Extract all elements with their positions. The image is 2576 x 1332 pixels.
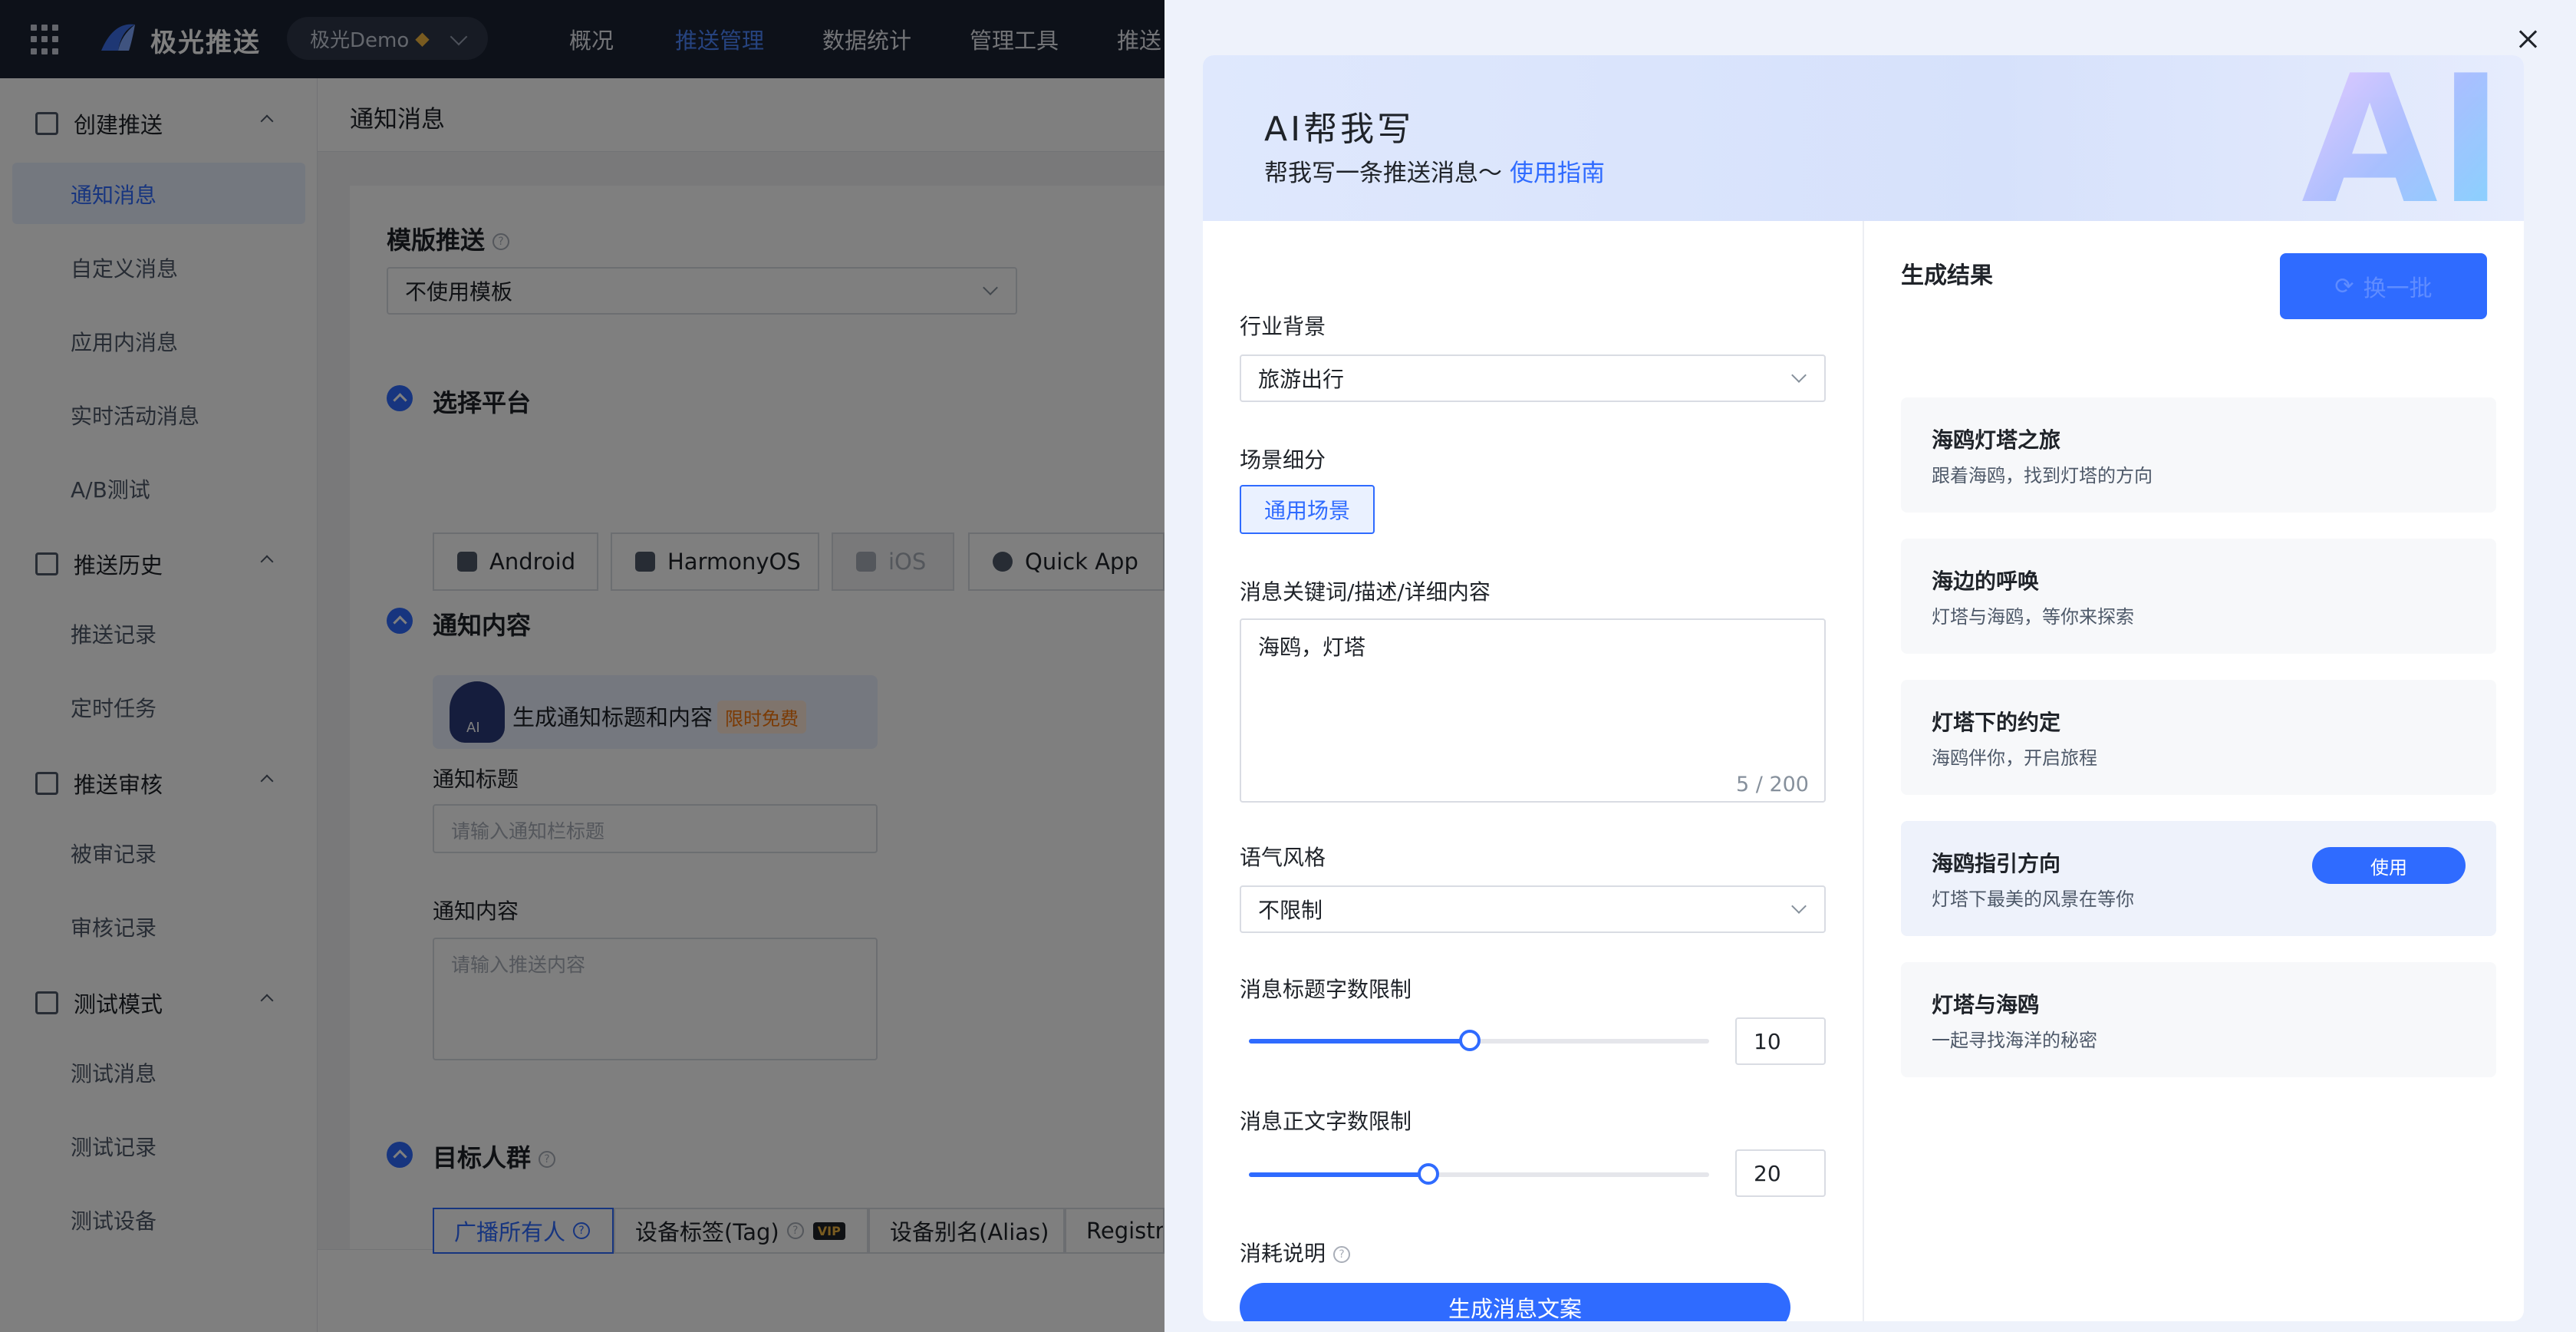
ai-results-panel: 生成结果 ⟳ 换一批 海鸥灯塔之旅 跟着海鸥，找到灯塔的方向 海边的呼唤 灯塔与海… [1864,221,2524,1321]
scene-option-general[interactable]: 通用场景 [1240,485,1375,534]
body-limit-slider[interactable] [1249,1163,1709,1185]
keywords-char-counter: 5 / 200 [1736,773,1809,796]
result-body: 灯塔下最美的风景在等你 [1932,889,2134,910]
chevron-down-icon [1791,898,1807,914]
tone-select[interactable]: 不限制 [1240,885,1826,933]
keywords-value: 海鸥，灯塔 [1258,635,1366,660]
ai-3d-logo-icon: AI [2301,55,2504,224]
result-title: 灯塔下的约定 [1932,710,2061,735]
scene-label: 场景细分 [1240,447,1326,473]
results-title: 生成结果 [1901,262,1993,289]
svg-text:AI: AI [2301,55,2504,224]
result-card[interactable]: 海边的呼唤 灯塔与海鸥，等你来探索 [1901,539,2496,654]
slider-thumb[interactable] [1418,1163,1439,1185]
ai-writer-subtitle: 帮我写一条推送消息～ 使用指南 [1264,160,1605,187]
result-body: 跟着海鸥，找到灯塔的方向 [1932,465,2153,486]
result-title: 海边的呼唤 [1932,569,2040,594]
refresh-icon: ⟳ [2334,272,2354,300]
result-card[interactable]: 灯塔下的约定 海鸥伴你，开启旅程 [1901,680,2496,795]
result-title: 灯塔与海鸥 [1932,992,2040,1017]
ai-writer-title: AI帮我写 [1264,110,1415,149]
body-limit-label: 消息正文字数限制 [1240,1109,1412,1134]
body-limit-input[interactable]: 20 [1735,1149,1826,1197]
cost-explanation-label: 消耗说明? [1240,1237,1351,1268]
result-body: 灯塔与海鸥，等你来探索 [1932,606,2134,628]
slider-thumb[interactable] [1459,1030,1481,1051]
use-result-button[interactable]: 使用 [2312,847,2466,884]
result-body: 海鸥伴你，开启旅程 [1932,747,2097,769]
industry-select[interactable]: 旅游出行 [1240,354,1826,402]
title-limit-label: 消息标题字数限制 [1240,977,1412,1002]
generate-message-button[interactable]: 生成消息文案 [1240,1283,1790,1321]
keywords-textarea[interactable]: 海鸥，灯塔 5 / 200 [1240,618,1826,803]
modal-overlay[interactable] [0,0,1164,1332]
title-limit-input[interactable]: 10 [1735,1017,1826,1065]
close-icon[interactable] [2516,28,2539,51]
tone-select-value: 不限制 [1258,898,1323,923]
result-card[interactable]: 灯塔与海鸥 一起寻找海洋的秘密 [1901,962,2496,1077]
refresh-batch-button[interactable]: ⟳ 换一批 [2280,253,2487,319]
keywords-label: 消息关键词/描述/详细内容 [1240,579,1491,605]
usage-guide-link[interactable]: 使用指南 [1510,160,1605,187]
ai-writer-header: AI帮我写 帮我写一条推送消息～ 使用指南 AI [1203,55,2524,224]
tone-label: 语气风格 [1240,845,1326,870]
industry-select-value: 旅游出行 [1258,367,1345,392]
slider-fill [1249,1172,1428,1177]
result-card-hovered[interactable]: 海鸥指引方向 灯塔下最美的风景在等你 使用 [1901,821,2496,936]
result-title: 海鸥灯塔之旅 [1932,427,2061,453]
industry-label: 行业背景 [1240,314,1326,339]
result-body: 一起寻找海洋的秘密 [1932,1030,2097,1051]
help-icon[interactable]: ? [1333,1246,1351,1263]
slider-fill [1249,1039,1470,1044]
ai-form-panel: 行业背景 旅游出行 场景细分 通用场景 消息关键词/描述/详细内容 海鸥，灯塔 … [1203,221,1863,1321]
result-card[interactable]: 海鸥灯塔之旅 跟着海鸥，找到灯塔的方向 [1901,397,2496,513]
title-limit-slider[interactable] [1249,1030,1709,1051]
result-title: 海鸥指引方向 [1932,851,2061,876]
ai-writer-card: AI帮我写 帮我写一条推送消息～ 使用指南 AI 行业背景 旅游出行 场景细分 通… [1203,55,2524,1321]
chevron-down-icon [1791,368,1807,383]
